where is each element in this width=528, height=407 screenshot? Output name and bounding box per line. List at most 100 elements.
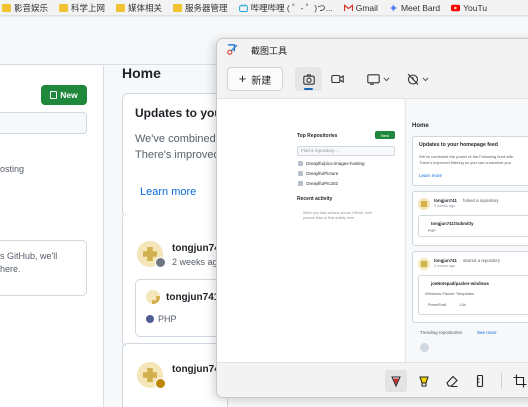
snip-shape-dropdown[interactable] <box>367 67 390 91</box>
video-camera-icon <box>331 74 344 84</box>
highlighter-button[interactable] <box>413 370 435 392</box>
shot-a1-user: tongjun741 <box>434 198 457 203</box>
bilibili-icon <box>238 3 248 12</box>
updates-text-1: We've combined the power of the Followin… <box>135 133 227 145</box>
new-snip-button[interactable]: + 新建 <box>227 67 283 91</box>
bookmark-bilibili[interactable]: 哔哩哔哩 ( ゜- ゜)つ... <box>238 2 333 14</box>
shot-avatar <box>418 258 430 270</box>
plus-icon: + <box>238 71 247 86</box>
chevron-down-icon <box>383 76 390 81</box>
shot-repo-item: Oreaylfu/Pic202 <box>306 181 339 186</box>
shot-a1-action: forked a repository <box>463 198 499 203</box>
bookmark-folder-media[interactable]: 媒体相关 <box>116 2 162 14</box>
shot-find-repository: Find a repository... <box>297 146 395 156</box>
activity-card-2: tongjun741 <box>122 343 228 407</box>
repo-owner-avatar <box>146 290 160 304</box>
folder-icon <box>59 3 69 12</box>
star-badge-icon <box>155 378 166 389</box>
shot-a1-time: 2 weeks ago <box>434 204 456 208</box>
title-bar[interactable]: 截图工具 <box>217 39 528 61</box>
shot-a2-desc: Windows Packer Templates <box>425 291 475 296</box>
shot-new-button: New <box>375 131 395 139</box>
new-repository-button[interactable]: New <box>41 85 87 105</box>
screenshot-mode-button[interactable] <box>295 67 322 91</box>
crop-button[interactable] <box>509 370 528 392</box>
repo-icon <box>298 181 303 186</box>
eraser-button[interactable] <box>441 370 463 392</box>
shot-repo-item: Oreaylfu/pico-images-hosting <box>306 161 365 166</box>
capture-canvas[interactable]: Top Repositories New Find a repository..… <box>217 99 528 362</box>
updates-card: Updates to your homepage feed We've comb… <box>122 93 228 217</box>
shot-learn-more: Learn more <box>419 173 443 178</box>
bookmark-folder-entertainment[interactable]: 影音娱乐 <box>2 2 48 14</box>
folder-icon <box>2 3 11 12</box>
shot-repo-card-2: joeNotepad/packer-windows Windows Packer… <box>418 275 528 315</box>
shot-recent-text-2: provide links to that activity here. <box>303 216 356 220</box>
bookmark-label: 影音娱乐 <box>14 2 49 13</box>
bookmark-folder-proxy[interactable]: 科学上网 <box>59 2 105 14</box>
shot-recent-text-1: When you take actions across GitHub, we'… <box>303 211 372 215</box>
bookmark-folder-server[interactable]: 服务器管理 <box>173 2 228 14</box>
shot-top-repositories: Top Repositories <box>297 133 338 139</box>
bookmark-label: 科学上网 <box>71 2 106 13</box>
bookmark-label: 服务器管理 <box>185 2 228 13</box>
bookmark-label: 媒体相关 <box>128 2 163 13</box>
camera-icon <box>302 73 315 85</box>
gmail-icon <box>343 3 353 11</box>
home-title: Home <box>122 65 161 81</box>
shot-a2-action: starred a repository <box>463 258 501 263</box>
bookmark-label: Gmail <box>355 2 378 13</box>
bookmark-label: Meet Bard <box>400 2 441 13</box>
shot-repo-item: Oreaylfu/Picture <box>306 171 339 176</box>
find-repository-input[interactable] <box>0 112 87 134</box>
repo-icon <box>298 171 303 176</box>
eraser-icon <box>446 375 458 387</box>
ballpoint-pen-button[interactable] <box>385 370 407 392</box>
learn-more-link[interactable]: Learn more <box>140 186 196 198</box>
bookmark-gmail[interactable]: Gmail <box>343 2 378 13</box>
repo-icon <box>50 91 58 99</box>
ruler-icon <box>476 374 484 388</box>
repo-icon <box>298 161 303 166</box>
shot-recent-activity: Recent activity <box>297 196 333 202</box>
bard-icon <box>389 3 398 12</box>
pen-icon <box>391 376 401 388</box>
bookmark-youtube[interactable]: YouTu <box>451 3 487 13</box>
shot-a2-lang: PowerShell <box>428 303 447 307</box>
fork-badge-icon <box>155 257 166 268</box>
activity-time: 2 weeks ago <box>172 257 223 267</box>
shot-see-more: See more <box>477 330 497 335</box>
bookmarks-bar: 影音娱乐 科学上网 媒体相关 服务器管理 哔哩哔哩 ( ゜- ゜)つ... Gm… <box>0 0 528 16</box>
shot-a2-repo: joeNotepad/packer-windows <box>431 281 490 286</box>
repo-language: PHP <box>158 314 177 324</box>
video-mode-button[interactable] <box>324 67 351 91</box>
window-title: 截图工具 <box>251 46 288 56</box>
toolbar-separator <box>501 373 502 389</box>
repo-item-partial[interactable]: osting <box>0 164 24 174</box>
shot-trending-avatar <box>420 343 429 352</box>
recent-activity-text-1: s GitHub, we'll <box>0 251 58 261</box>
rectangle-snip-icon <box>367 73 380 85</box>
snip-delay-dropdown[interactable] <box>407 67 429 91</box>
ruler-button[interactable] <box>469 370 491 392</box>
shot-a1-lang: PHP <box>428 229 436 233</box>
language-dot <box>146 315 154 323</box>
shot-a1-repo: tongjun741/Submitty <box>431 221 474 226</box>
updates-title: Updates to your homepage feed <box>135 106 227 120</box>
bookmark-bard[interactable]: Meet Bard <box>389 3 440 13</box>
recent-activity-text-2: here. <box>0 264 21 274</box>
recent-activity-box: s GitHub, we'll here. <box>0 240 87 296</box>
crop-icon <box>513 374 527 388</box>
shot-right-panel: Home Updates to your homepage feed We've… <box>405 99 528 362</box>
updates-text-2: There's improved filtering so you can cu… <box>135 149 227 161</box>
highlighter-icon <box>419 376 429 387</box>
bookmark-label: 哔哩哔哩 ( ゜- ゜)つ... <box>250 2 333 13</box>
shot-repo-card: tongjun741/Submitty PHP <box>418 215 528 237</box>
shot-left-panel: Top Repositories New Find a repository..… <box>217 99 404 362</box>
shot-activity-card-1: tongjun741 forked a repository 2 weeks a… <box>412 191 528 246</box>
shot-activity-card-2: tongjun741 starred a repository 2 weeks … <box>412 251 528 323</box>
shot-updates-text-1: We've combined the power of the Followin… <box>419 154 514 159</box>
folder-icon <box>116 3 126 12</box>
shot-updates-card: Updates to your homepage feed We've comb… <box>412 136 528 186</box>
shot-updates-title: Updates to your homepage feed <box>419 142 498 148</box>
